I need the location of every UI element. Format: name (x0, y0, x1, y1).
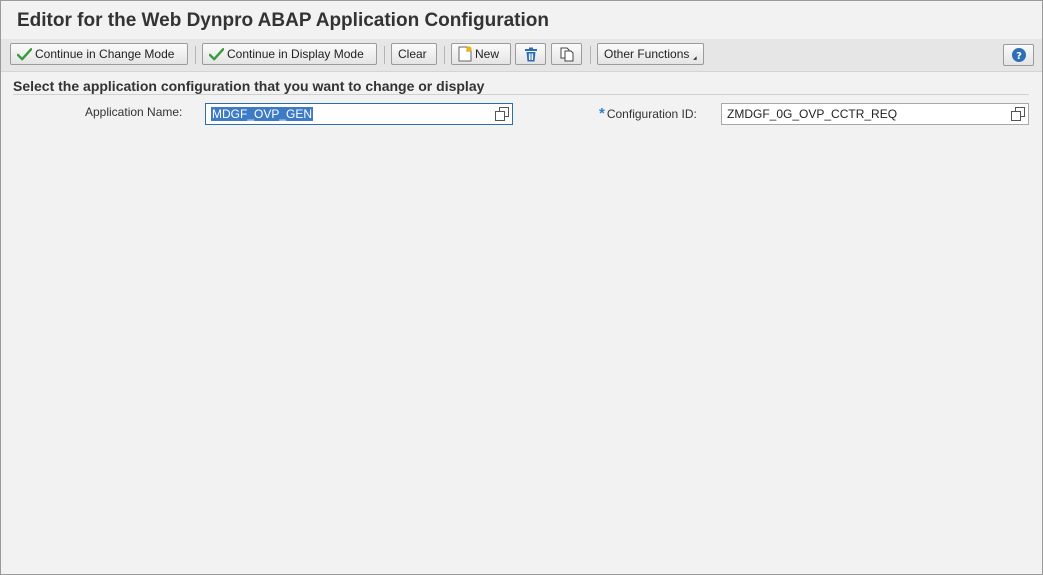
clear-label: Clear (398, 47, 427, 61)
required-marker: * (599, 105, 605, 122)
section-divider (13, 94, 1029, 95)
svg-text:?: ? (1016, 51, 1022, 62)
continue-display-mode-button[interactable]: Continue in Display Mode (202, 43, 377, 65)
help-button[interactable]: ? (1003, 44, 1034, 66)
copy-icon (560, 47, 573, 61)
application-name-label: Application Name: (85, 105, 183, 119)
application-name-value: MDGF_OVP_GEN (211, 107, 314, 121)
value-help-icon[interactable] (495, 107, 509, 121)
copy-button[interactable] (551, 43, 582, 65)
new-label: New (475, 47, 500, 61)
trash-icon (524, 47, 537, 61)
check-icon (209, 48, 224, 61)
other-functions-label: Other Functions (604, 47, 690, 61)
continue-change-mode-button[interactable]: Continue in Change Mode (10, 43, 188, 65)
help-icon: ? (1011, 48, 1026, 62)
application-name-input[interactable]: MDGF_OVP_GEN (205, 103, 513, 125)
value-help-icon[interactable] (1011, 107, 1025, 121)
toolbar-separator (384, 46, 385, 64)
section-title: Select the application configuration tha… (13, 78, 485, 94)
configuration-id-label: Configuration ID: (606, 106, 697, 121)
display-mode-label: Continue in Display Mode (227, 47, 364, 61)
change-mode-label: Continue in Change Mode (35, 47, 175, 61)
configuration-id-label-group: * Configuration ID: (599, 105, 697, 122)
check-icon (17, 48, 32, 61)
other-functions-button[interactable]: Other Functions (597, 43, 704, 65)
delete-button[interactable] (515, 43, 546, 65)
app-window: Editor for the Web Dynpro ABAP Applicati… (0, 0, 1043, 575)
toolbar: Continue in Change Mode Continue in Disp… (1, 39, 1042, 72)
page-title: Editor for the Web Dynpro ABAP Applicati… (17, 10, 549, 31)
dropdown-arrow-icon (693, 56, 697, 60)
configuration-id-value: ZMDGF_0G_OVP_CCTR_REQ (727, 107, 898, 121)
new-document-icon (458, 46, 472, 62)
configuration-id-input[interactable]: ZMDGF_0G_OVP_CCTR_REQ (721, 103, 1029, 125)
clear-button[interactable]: Clear (391, 43, 437, 65)
toolbar-separator (444, 46, 445, 64)
toolbar-separator (195, 46, 196, 64)
toolbar-separator (590, 46, 591, 64)
new-button[interactable]: New (451, 43, 511, 65)
